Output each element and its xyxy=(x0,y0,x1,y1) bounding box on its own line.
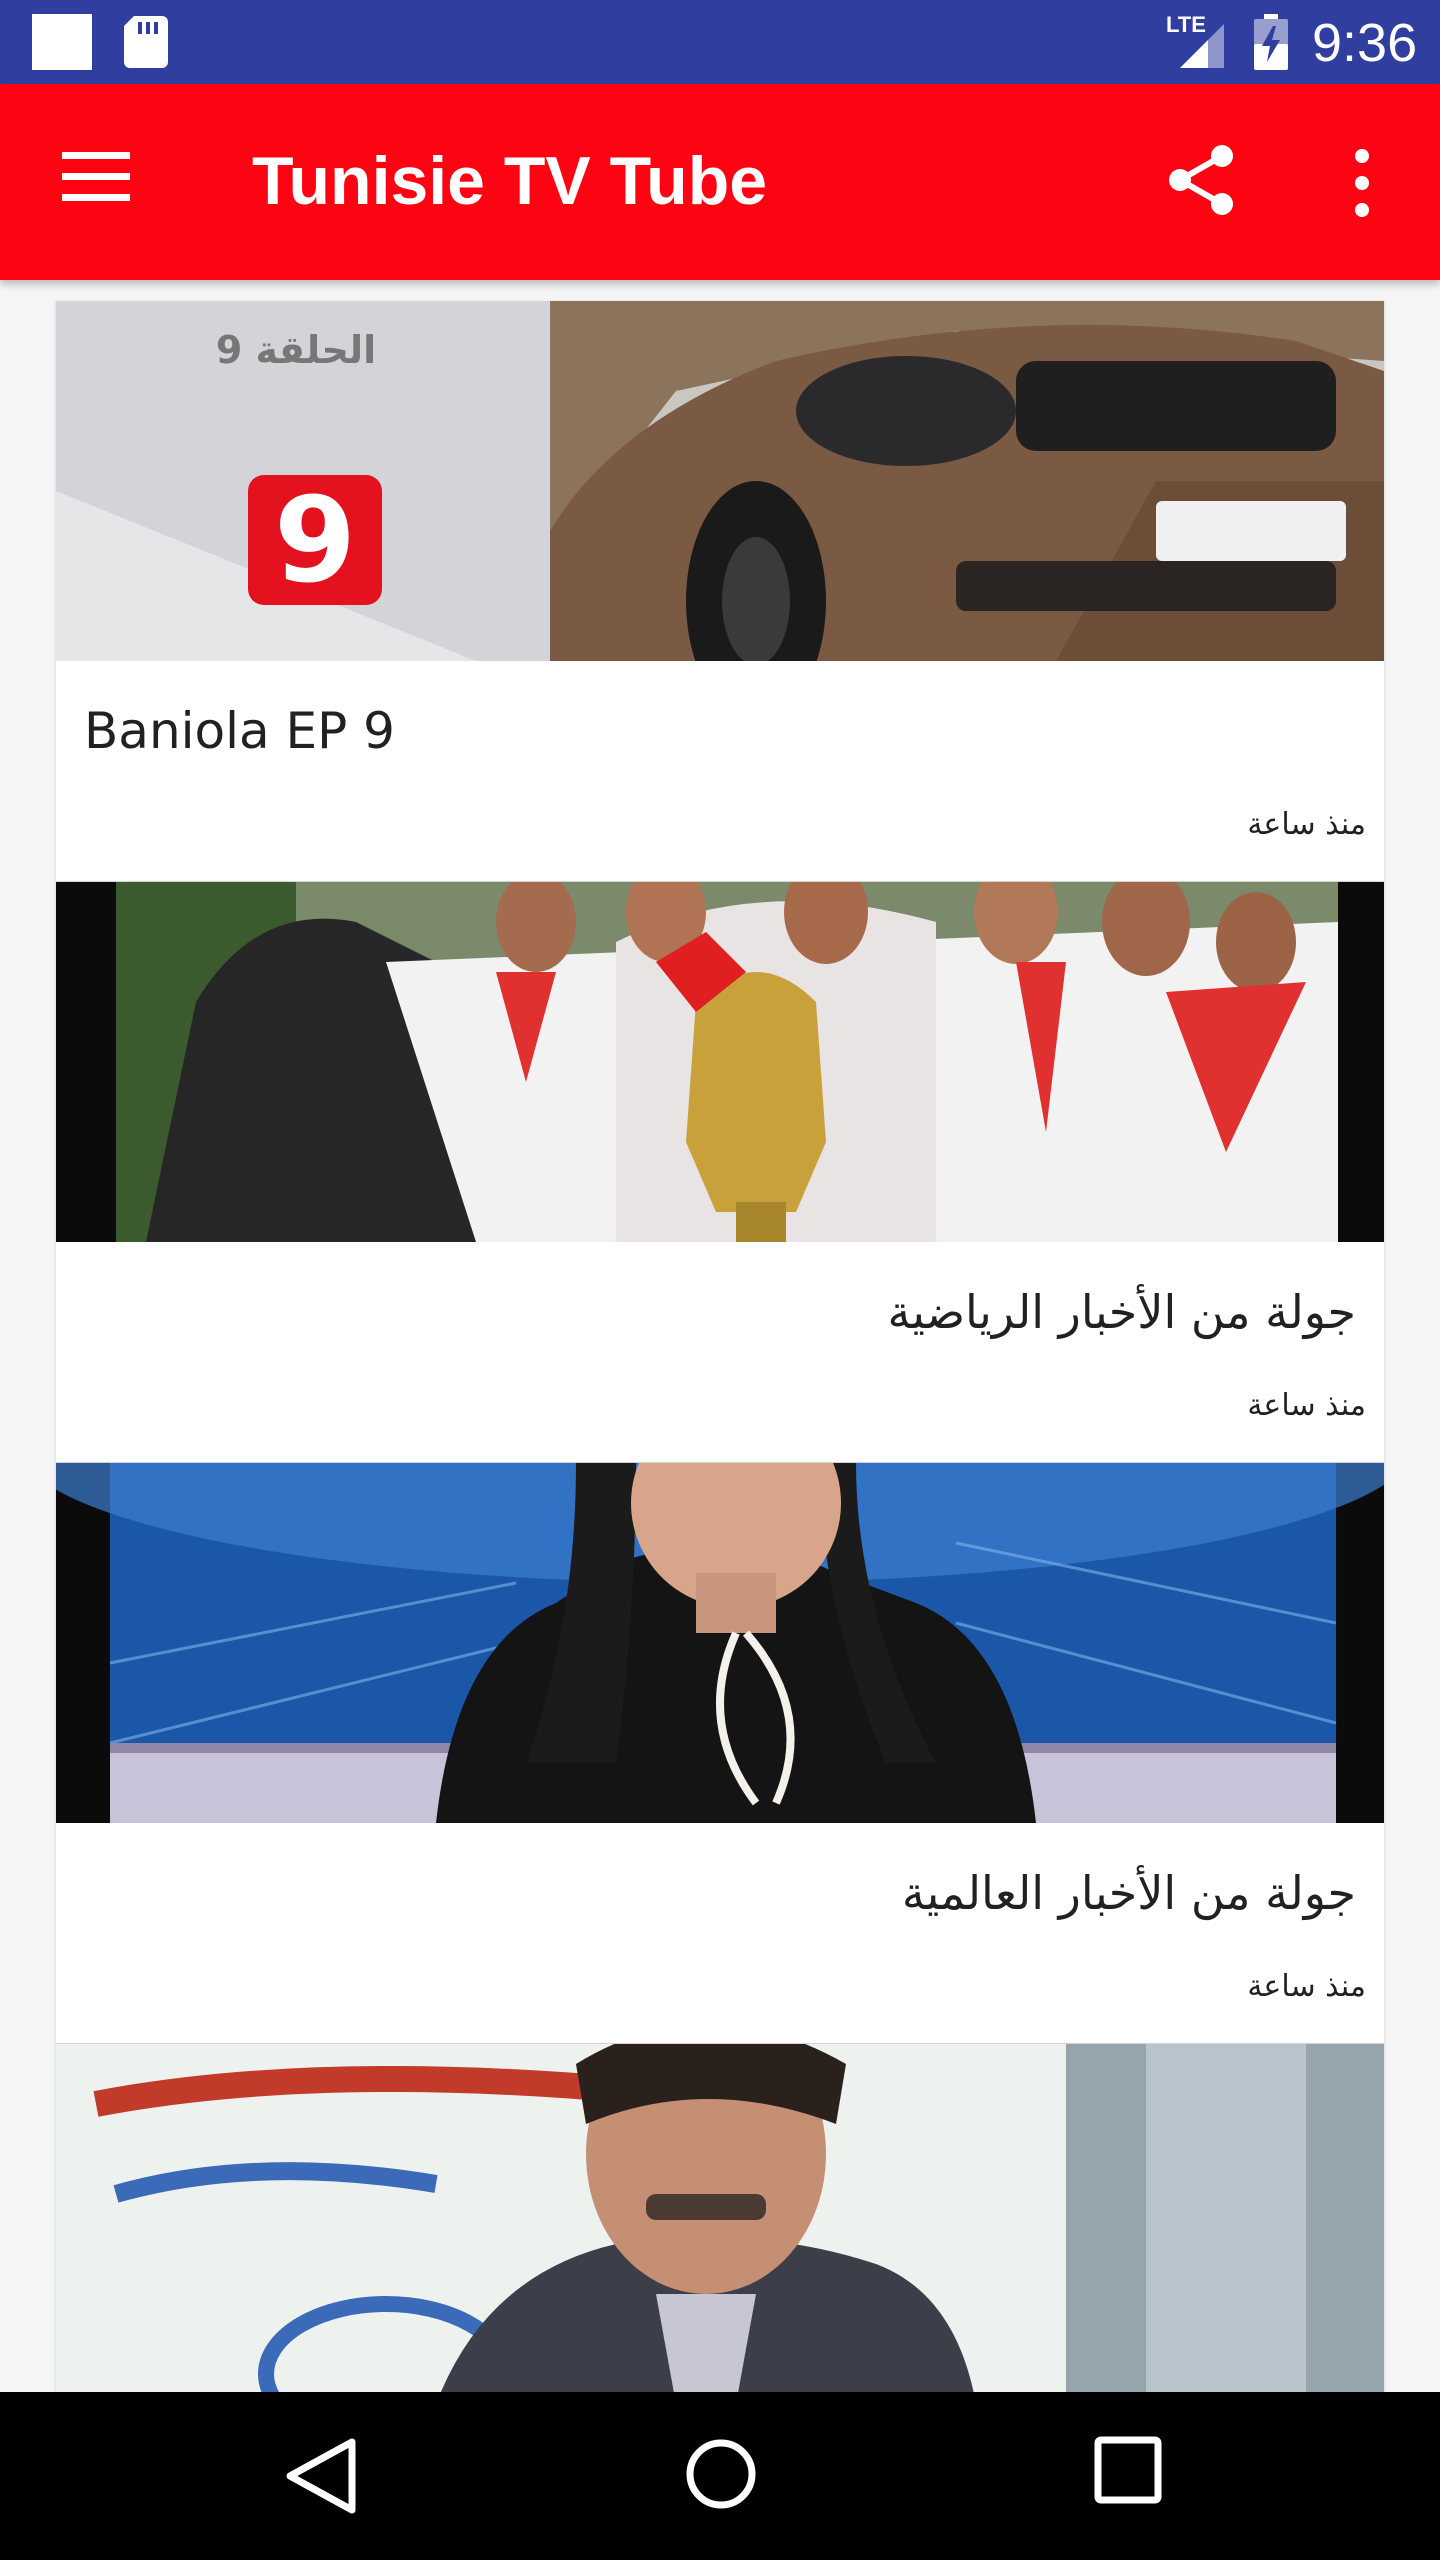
video-thumbnail[interactable] xyxy=(56,882,1384,1242)
video-time: منذ ساعة xyxy=(1247,807,1366,842)
back-icon[interactable] xyxy=(282,2436,358,2516)
video-thumbnail[interactable]: الحلقة 9 9 xyxy=(56,301,1384,661)
home-icon[interactable] xyxy=(684,2434,758,2514)
recents-icon[interactable] xyxy=(1094,2436,1162,2504)
video-thumbnail[interactable] xyxy=(56,1463,1384,1823)
video-thumbnail[interactable] xyxy=(56,2044,1384,2392)
video-list[interactable]: الحلقة 9 9 Baniola EP 9 منذ ساعة جولة من… xyxy=(0,280,1440,2392)
status-bar: LTE 9:36 xyxy=(0,0,1440,84)
video-card[interactable]: جولة من الأخبار العالمية منذ ساعة xyxy=(56,1463,1384,2043)
video-title[interactable]: جولة من الأخبار الرياضية xyxy=(84,1277,1356,1347)
video-card[interactable]: جولة من الأخبار الرياضية منذ ساعة xyxy=(56,882,1384,1462)
app-title: Tunisie TV Tube xyxy=(252,143,768,219)
notification-square-icon xyxy=(32,14,92,70)
video-card[interactable]: الحلقة 9 9 Baniola EP 9 منذ ساعة xyxy=(56,301,1384,881)
thumbnail-episode-text: الحلقة 9 xyxy=(216,328,376,372)
video-title[interactable]: Baniola EP 9 xyxy=(84,696,1356,766)
video-card[interactable] xyxy=(56,2044,1384,2392)
battery-charging-icon xyxy=(1254,14,1288,70)
thumbnail-channel-logo: 9 xyxy=(274,471,356,609)
app-bar: Tunisie TV Tube xyxy=(0,84,1440,280)
video-title[interactable]: جولة من الأخبار العالمية xyxy=(84,1858,1356,1928)
share-icon[interactable] xyxy=(1166,144,1238,216)
lte-signal-icon xyxy=(1180,24,1224,68)
menu-icon[interactable] xyxy=(62,150,130,204)
more-vert-icon[interactable] xyxy=(1342,148,1382,218)
navigation-bar xyxy=(0,2392,1440,2560)
sd-card-icon xyxy=(124,16,168,68)
video-time: منذ ساعة xyxy=(1247,1388,1366,1423)
video-time: منذ ساعة xyxy=(1247,1969,1366,2004)
clock: 9:36 xyxy=(1312,13,1418,73)
